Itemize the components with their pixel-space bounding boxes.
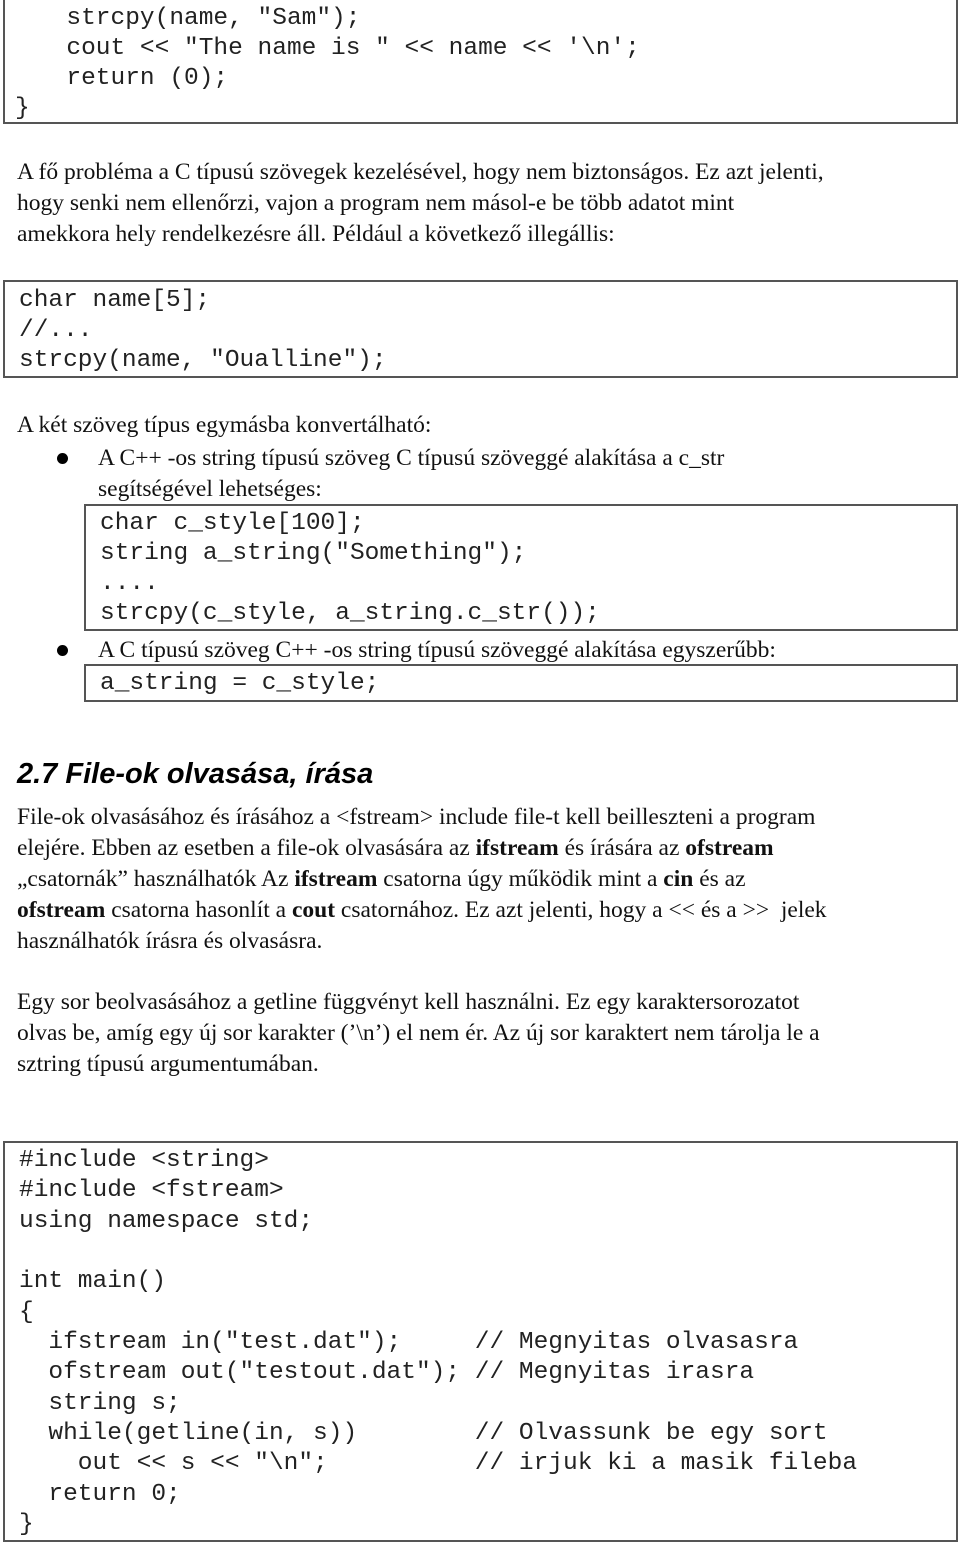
code-line: a_string = c_style; — [100, 670, 380, 697]
bullet-icon — [57, 645, 68, 656]
bullet-icon — [57, 453, 68, 464]
code-line: #include <string> — [19, 1147, 269, 1174]
text-line: segítségével lehetséges: — [98, 476, 322, 502]
paragraph-fstream: File-ok olvasásához és írásához a <fstre… — [17, 802, 827, 957]
keyword-ifstream: ifstream — [475, 835, 559, 861]
text-line: ofstream csatorna hasonlít a cout csator… — [17, 897, 827, 923]
code-line: #include <fstream> — [19, 1177, 284, 1204]
code-line: strcpy(name, "Sam"); — [37, 5, 361, 32]
paragraph-conversion-intro: A két szöveg típus egymásba konvertálhat… — [17, 410, 431, 441]
paragraph-c-string-safety: A fő probléma a C típusú szövegek kezelé… — [17, 157, 824, 250]
paragraph-getline: Egy sor beolvasásához a getline függvény… — [17, 987, 820, 1080]
bullet-item-c-to-cpp: A C típusú szöveg C++ -os string típusú … — [98, 635, 776, 666]
code-block-c-str: char c_style[100]; string a_string("Some… — [84, 504, 958, 631]
text-line: A C++ -os string típusú szöveg C típusú … — [98, 445, 725, 471]
text-line: hogy senki nem ellenőrzi, vajon a progra… — [17, 190, 735, 216]
code-line: string a_string("Something"); — [100, 540, 527, 567]
keyword-ifstream: ifstream — [294, 866, 378, 892]
code-line: return (0); — [37, 65, 229, 92]
bullet-item-cpp-to-c: A C++ -os string típusú szöveg C típusú … — [98, 443, 724, 505]
text-line: elejére. Ebben az esetben a file-ok olva… — [17, 835, 774, 861]
text-line: Egy sor beolvasásához a getline függvény… — [17, 989, 800, 1015]
text-line: File-ok olvasásához és írásához a <fstre… — [17, 804, 816, 830]
code-line: ifstream in("test.dat"); // Megnyitas ol… — [19, 1329, 799, 1356]
code-line: using namespace std; — [19, 1208, 314, 1235]
code-line: } — [15, 95, 30, 122]
code-line: strcpy(c_style, a_string.c_str()); — [100, 600, 600, 627]
text-line: sztring típusú argumentumában. — [17, 1051, 319, 1077]
code-line: { — [19, 1299, 34, 1326]
code-line: while(getline(in, s)) // Olvassunk be eg… — [19, 1420, 828, 1447]
keyword-cout: cout — [291, 897, 336, 923]
code-line: strcpy(name, "Oualline"); — [19, 347, 387, 374]
code-line: return 0; — [19, 1481, 181, 1508]
text-line: amekkora hely rendelkezésre áll. Például… — [17, 221, 615, 247]
code-line: } — [19, 1511, 34, 1538]
keyword-cin: cin — [663, 866, 694, 892]
code-line: char name[5]; — [19, 287, 211, 314]
code-line: out << s << "\n"; // irjuk ki a masik fi… — [19, 1450, 858, 1477]
section-heading: 2.7 File-ok olvasása, írása — [17, 758, 374, 790]
text-line: használhatók írásra és olvasásra. — [17, 928, 323, 954]
keyword-ofstream: ofstream — [17, 897, 106, 923]
code-line: char c_style[100]; — [100, 510, 365, 537]
text-line: A C típusú szöveg C++ -os string típusú … — [98, 637, 776, 663]
code-line: .... — [100, 570, 159, 597]
code-block-assign: a_string = c_style; — [84, 664, 958, 702]
text-line: olvas be, amíg egy új sor karakter (’\n’… — [17, 1020, 820, 1046]
text-line: „csatornák” használhatók Az ifstream csa… — [17, 866, 746, 892]
keyword-ofstream: ofstream — [685, 835, 774, 861]
code-block-illegal-strcpy: char name[5]; //... strcpy(name, "Oualli… — [3, 280, 958, 378]
text-line: A fő probléma a C típusú szövegek kezelé… — [17, 159, 824, 185]
code-line: //... — [19, 317, 93, 344]
code-line: cout << "The name is " << name << '\n'; — [37, 35, 640, 62]
text-line: A két szöveg típus egymásba konvertálhat… — [17, 412, 432, 438]
code-line: string s; — [19, 1390, 181, 1417]
code-line: int main() — [19, 1268, 167, 1295]
code-line: ofstream out("testout.dat"); // Megnyita… — [19, 1359, 755, 1386]
code-block-file-copy: #include <string> #include <fstream> usi… — [3, 1141, 958, 1542]
code-block-strcpy-sam: strcpy(name, "Sam"); cout << "The name i… — [3, 0, 958, 124]
